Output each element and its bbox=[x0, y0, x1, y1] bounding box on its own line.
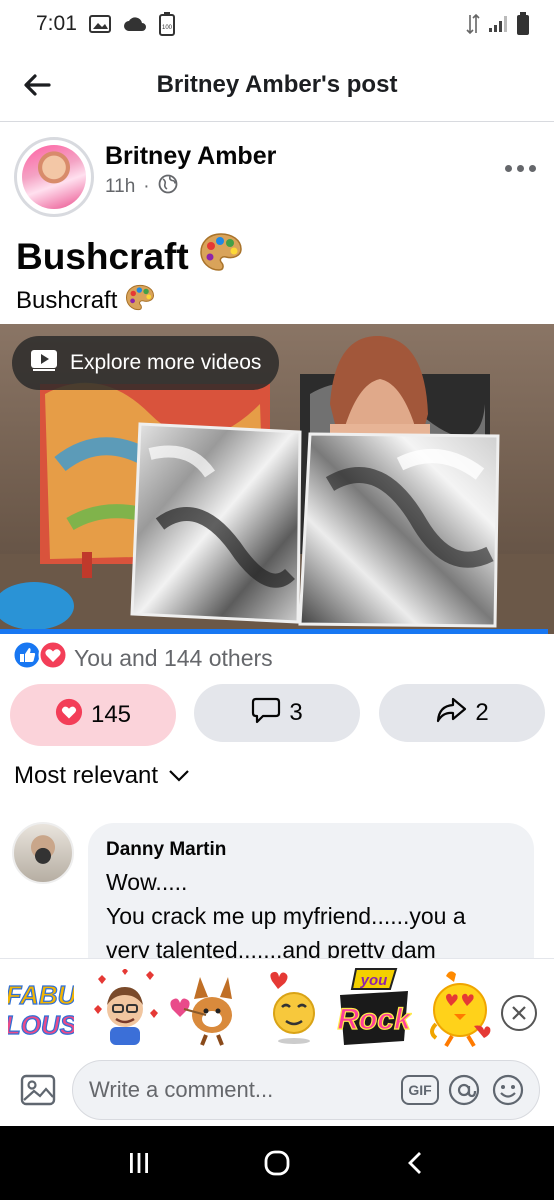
love-icon bbox=[38, 640, 68, 676]
post-meta: 11h · bbox=[105, 174, 178, 200]
author-avatar[interactable] bbox=[14, 137, 94, 217]
data-transfer-icon bbox=[466, 13, 480, 35]
share-icon bbox=[435, 696, 467, 731]
close-stickers-button[interactable] bbox=[501, 995, 537, 1031]
sort-label: Most relevant bbox=[14, 762, 159, 789]
hearts-face-sticker[interactable] bbox=[88, 967, 162, 1049]
post-time[interactable]: 11h bbox=[105, 176, 135, 198]
reactions-summary[interactable]: You and 144 others bbox=[12, 640, 273, 676]
comment-input[interactable] bbox=[89, 1061, 379, 1119]
post-actions: 145 3 2 bbox=[0, 684, 554, 746]
system-back-button[interactable] bbox=[385, 1133, 445, 1193]
comment-text: Wow..... You crack me up myfriend......y… bbox=[106, 865, 516, 967]
comment-composer: GIF bbox=[0, 1054, 554, 1126]
more-options-button[interactable] bbox=[500, 156, 540, 180]
share-button[interactable]: 2 bbox=[379, 684, 545, 742]
video-player[interactable]: Explore more videos bbox=[0, 324, 554, 634]
avatar-image bbox=[22, 145, 86, 209]
close-icon bbox=[512, 1006, 526, 1020]
add-photo-button[interactable] bbox=[18, 1070, 58, 1110]
dot-icon bbox=[516, 164, 524, 172]
home-button[interactable] bbox=[247, 1133, 307, 1193]
fabulous-text-bottom: LOUS bbox=[8, 1010, 74, 1040]
battery-saver-icon: 100 bbox=[158, 12, 175, 36]
recent-apps-button[interactable] bbox=[109, 1133, 169, 1193]
comment-line: Wow..... bbox=[106, 869, 188, 895]
reactions-summary-text: You and 144 others bbox=[74, 644, 273, 671]
status-time: 7:01 bbox=[36, 12, 77, 35]
author-name[interactable]: Britney Amber bbox=[105, 142, 276, 171]
home-icon bbox=[264, 1150, 290, 1176]
meta-separator: · bbox=[143, 176, 150, 197]
mention-button[interactable] bbox=[447, 1073, 481, 1107]
explore-more-videos-button[interactable]: Explore more videos bbox=[12, 336, 280, 390]
system-nav-bar bbox=[0, 1126, 554, 1200]
comment-author[interactable]: Danny Martin bbox=[106, 839, 516, 861]
commenter-avatar[interactable] bbox=[12, 822, 74, 884]
chevron-left-icon bbox=[408, 1152, 421, 1174]
comment-line: You crack me up myfriend......you a bbox=[106, 903, 466, 929]
cupid-fox-sticker[interactable] bbox=[166, 967, 246, 1049]
comment-button[interactable]: 3 bbox=[194, 684, 360, 742]
back-button[interactable] bbox=[0, 48, 74, 122]
input-tools: GIF bbox=[401, 1073, 525, 1107]
fabulous-text-top: FABU bbox=[8, 980, 74, 1010]
gallery-icon bbox=[88, 15, 111, 33]
cloud-icon bbox=[123, 16, 147, 32]
heart-emoji-sticker[interactable] bbox=[258, 967, 324, 1049]
post-body-text: Bushcraft bbox=[16, 287, 118, 314]
status-left: 7:01 100 bbox=[36, 12, 175, 36]
status-bar: 7:01 100 bbox=[0, 0, 554, 48]
dot-icon bbox=[528, 164, 536, 172]
love-icon bbox=[55, 698, 83, 733]
post-header-bar: Britney Amber's post bbox=[0, 48, 554, 122]
you-rock-text-bottom: Rock bbox=[337, 1003, 412, 1036]
video-progress-bar[interactable] bbox=[0, 629, 549, 634]
dot-icon bbox=[504, 164, 512, 172]
battery-icon bbox=[516, 12, 530, 36]
you-rock-text-top: you bbox=[360, 972, 388, 989]
post-title-text: Bushcraft bbox=[16, 235, 189, 277]
gif-label: GIF bbox=[401, 1075, 439, 1105]
comment-count: 3 bbox=[289, 699, 303, 726]
signal-icon bbox=[488, 15, 508, 33]
fabulous-sticker[interactable]: FABU LOUS bbox=[8, 967, 74, 1049]
heart-eyes-bird-sticker[interactable] bbox=[424, 967, 496, 1049]
recent-apps-icon bbox=[130, 1153, 148, 1173]
post-body: Bushcraft bbox=[16, 284, 155, 318]
artist-palette-icon bbox=[199, 232, 243, 281]
share-count: 2 bbox=[475, 699, 489, 726]
comment-input-container: GIF bbox=[72, 1060, 540, 1120]
globe-icon bbox=[158, 174, 178, 200]
page-title: Britney Amber's post bbox=[156, 70, 398, 98]
comment-sort-dropdown[interactable]: Most relevant bbox=[14, 762, 190, 790]
emoji-button[interactable] bbox=[491, 1073, 525, 1107]
status-right bbox=[466, 12, 530, 36]
arrow-left-icon bbox=[24, 73, 51, 96]
video-icon bbox=[30, 348, 58, 378]
love-reaction-button[interactable]: 145 bbox=[10, 684, 176, 746]
you-rock-sticker[interactable]: you Rock bbox=[334, 967, 412, 1049]
artist-palette-icon bbox=[125, 284, 155, 318]
at-sign-icon bbox=[448, 1074, 480, 1106]
explore-label: Explore more videos bbox=[70, 351, 262, 374]
comment-icon bbox=[251, 696, 281, 731]
photo-icon bbox=[20, 1074, 56, 1106]
post-title: Bushcraft bbox=[16, 232, 243, 281]
post-author-row: Britney Amber 11h · bbox=[0, 134, 554, 220]
smiley-icon bbox=[492, 1074, 524, 1106]
svg-text:100: 100 bbox=[162, 25, 173, 31]
gif-button[interactable]: GIF bbox=[401, 1073, 439, 1107]
chevron-down-icon bbox=[168, 762, 190, 790]
reaction-icons bbox=[12, 640, 68, 676]
like-count: 145 bbox=[90, 701, 132, 728]
sticker-suggestions: FABU LOUS you Rock bbox=[0, 958, 554, 1054]
